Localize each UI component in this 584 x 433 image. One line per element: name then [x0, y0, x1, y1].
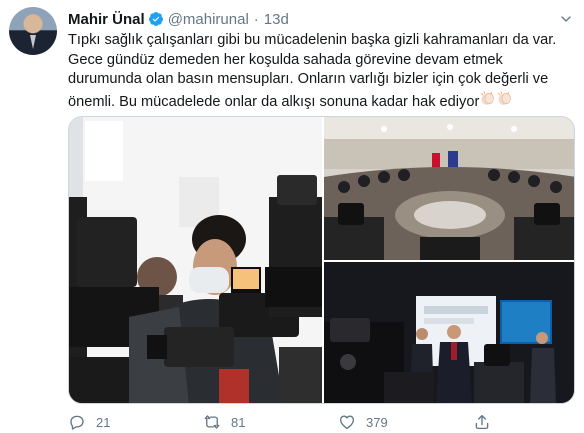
dot-separator: ·	[253, 10, 259, 28]
tweet-text-line: durumunda olan basın mensupları. Onların…	[68, 71, 549, 87]
chevron-down-icon[interactable]	[558, 11, 574, 27]
share-button[interactable]	[473, 412, 501, 432]
tweet[interactable]: Mahir Ünal @mahirunal · 13d Tıpkı sağlık…	[0, 0, 584, 433]
tweet-text-line-last: önemli. Bu mücadelede onlar da alkışı so…	[68, 90, 573, 113]
retweet-count: 81	[231, 414, 246, 430]
reply-count: 21	[96, 414, 111, 430]
author-handle[interactable]: @mahirunal	[168, 11, 249, 28]
clapping-hands-icon	[481, 90, 495, 105]
like-icon	[339, 415, 355, 430]
tweet-text: Tıpkı sağlık çalışanları gibi bu mücadel…	[68, 31, 573, 112]
verified-badge-icon	[148, 12, 163, 26]
reply-button[interactable]: 21	[68, 412, 110, 432]
tweet-header: Mahir Ünal @mahirunal · 13d	[68, 9, 289, 29]
tweet-text-line: önemli. Bu mücadelede onlar da alkışı so…	[68, 93, 480, 110]
tweet-text-line: Gece gündüz demeden her koşulda sahada g…	[68, 51, 503, 68]
avatar[interactable]	[9, 7, 57, 55]
photo-press-conference-image	[324, 262, 574, 403]
tweet-actions: 21 81 379	[68, 412, 508, 432]
like-button[interactable]: 379	[338, 412, 388, 432]
share-icon	[475, 414, 489, 430]
photo-meeting-room[interactable]	[324, 117, 574, 260]
reply-icon	[70, 415, 84, 430]
clapping-hands-icon	[498, 90, 512, 105]
photo-journalists-mask-image	[69, 117, 322, 403]
tweet-text-line: Tıpkı sağlık çalışanları gibi bu mücadel…	[68, 32, 557, 48]
photo-journalists-mask[interactable]	[69, 117, 322, 403]
photo-meeting-room-image	[324, 117, 574, 260]
retweet-button[interactable]: 81	[203, 412, 245, 432]
media-grid	[68, 116, 575, 404]
author-name[interactable]: Mahir Ünal	[68, 11, 145, 28]
tweet-timestamp[interactable]: 13d	[264, 11, 289, 28]
like-count: 379	[366, 414, 388, 430]
photo-press-conference[interactable]	[324, 262, 574, 403]
retweet-icon	[204, 415, 220, 429]
